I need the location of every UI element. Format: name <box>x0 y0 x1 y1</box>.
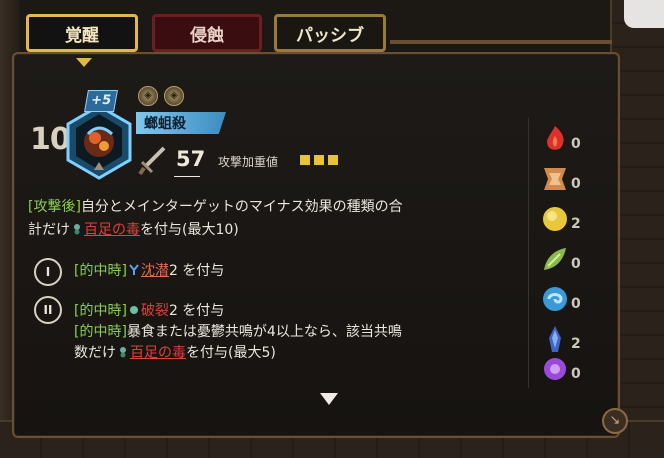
column-divider <box>528 118 529 388</box>
wrath-count: 0 <box>571 136 581 152</box>
tab-indicator-icon <box>76 58 92 67</box>
scroll-down-icon[interactable] <box>320 393 338 405</box>
sword-icon <box>138 146 166 176</box>
corner-panel <box>624 0 664 28</box>
tab-passive[interactable]: パッシブ <box>274 14 386 52</box>
envy-icon <box>544 358 566 380</box>
keyword-centipede-poison[interactable]: 百足の毒 <box>130 345 186 361</box>
weight-pip <box>328 155 338 165</box>
description-line-1: [攻撃後]自分とメインターゲットのマイナス効果の種類の合 <box>28 197 403 217</box>
skill-name: 螂蛆殺 <box>144 116 186 132</box>
medal-icon: ◈ <box>164 86 184 106</box>
medal-icon: ◈ <box>138 86 158 106</box>
gloom-count: 0 <box>571 296 581 312</box>
gloom-icon <box>543 287 567 311</box>
pride-icon <box>549 326 561 352</box>
tab-corrosion[interactable]: 侵蝕 <box>152 14 262 52</box>
tab-awakening[interactable]: 覚醒 <box>26 14 138 52</box>
weight-label: 攻撃加重値 <box>218 155 279 169</box>
wrath-icon <box>547 126 564 150</box>
keyword-rupture[interactable]: 破裂 <box>141 303 169 319</box>
effect-text: 2 を付与 <box>168 303 225 319</box>
effect-text: 数だけ <box>74 345 116 361</box>
attack-value: 57 <box>176 147 206 171</box>
effect-numeral-2: II <box>34 296 62 324</box>
gluttony-icon <box>544 248 566 270</box>
skill-portrait-icon[interactable] <box>64 104 134 180</box>
rupture-icon <box>129 306 138 314</box>
attack-underline <box>174 176 200 177</box>
keyword-sinking[interactable]: 沈潜 <box>141 263 169 279</box>
upgrade-badge: +5 <box>84 90 118 112</box>
centipede-poison-icon <box>120 347 126 358</box>
keyword-centipede-poison[interactable]: 百足の毒 <box>84 222 140 238</box>
effect-text: 2 を付与 <box>168 263 225 279</box>
sloth-icon <box>543 207 567 231</box>
trigger-tag: [攻撃後] <box>28 199 81 215</box>
weight-pip <box>314 155 324 165</box>
description-text: を付与(最大10) <box>140 222 239 238</box>
description-text: 計だけ <box>28 222 70 238</box>
sloth-count: 2 <box>571 216 581 232</box>
envy-count: 0 <box>571 366 581 382</box>
trigger-tag: [的中時] <box>74 303 127 319</box>
trigger-tag: [的中時] <box>74 324 127 340</box>
effect-1-line: [的中時] 沈潜2 を付与 <box>74 261 224 281</box>
sinking-icon <box>129 264 139 275</box>
effect-2-line-1: [的中時] 破裂2 を付与 <box>74 301 224 321</box>
lust-icon <box>544 168 566 190</box>
description-line-2: 計だけ 百足の毒を付与(最大10) <box>28 220 239 240</box>
effect-2-line-2: [的中時]暴食または憂鬱共鳴が4以上なら、該当共鳴 <box>74 322 402 342</box>
trigger-tag: [的中時] <box>74 263 127 279</box>
centipede-poison-icon <box>74 224 80 235</box>
gluttony-count: 0 <box>571 256 581 272</box>
resize-corner-icon[interactable]: ↘ <box>602 408 628 434</box>
weight-pip <box>300 155 310 165</box>
lust-count: 0 <box>571 176 581 192</box>
effect-2-line-3: 数だけ 百足の毒を付与(最大5) <box>74 343 276 363</box>
description-text: 自分とメインターゲットのマイナス効果の種類の合 <box>80 199 403 215</box>
effect-text: を付与(最大5) <box>186 345 276 361</box>
top-rail <box>390 40 612 44</box>
pride-count: 2 <box>571 336 581 352</box>
effect-text: 暴食または憂鬱共鳴が4以上なら、該当共鳴 <box>126 324 402 340</box>
effect-numeral-1: I <box>34 258 62 286</box>
